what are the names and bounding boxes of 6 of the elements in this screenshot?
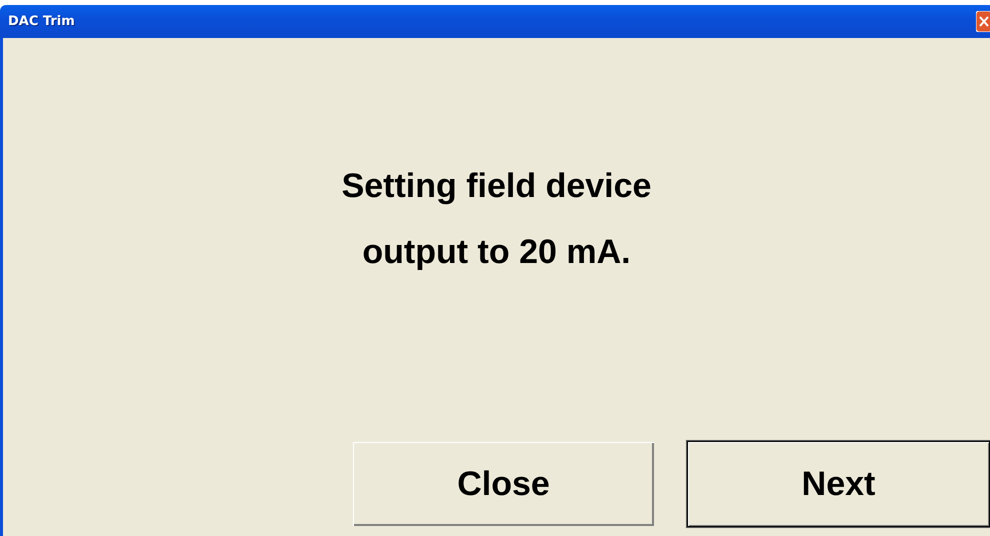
message-text: Setting field device: [342, 167, 652, 206]
close-icon[interactable]: [976, 11, 990, 32]
close-button[interactable]: Close: [352, 441, 655, 527]
window-title: DAC Trim: [8, 14, 75, 29]
message-text: output to 20 mA.: [362, 233, 631, 272]
next-button[interactable]: Next: [687, 441, 990, 527]
